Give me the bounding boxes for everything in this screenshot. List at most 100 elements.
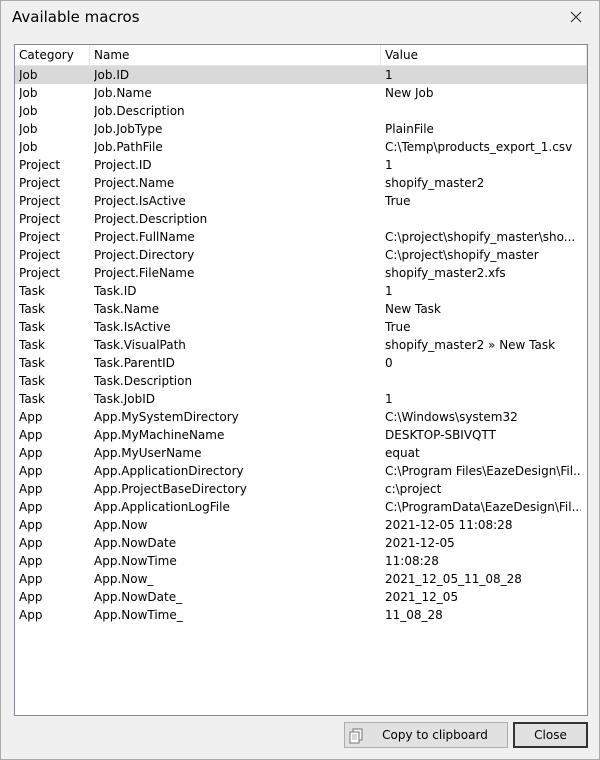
cell-value: 1 (385, 392, 393, 406)
cell-value: 1 (385, 284, 393, 298)
table-row[interactable]: Job Job.Description (15, 102, 587, 120)
list-header: Category Name Value (15, 45, 587, 66)
cell-category: Task (19, 284, 45, 298)
column-header-category[interactable]: Category (15, 45, 90, 65)
cell-name: Project.FullName (94, 230, 195, 244)
copy-icon (349, 728, 363, 744)
cell-name: App.NowDate (94, 536, 177, 550)
cell-value: New Job (385, 86, 434, 100)
table-row[interactable]: Project Project.ID 1 (15, 156, 587, 174)
cell-category: Job (19, 140, 38, 154)
copy-to-clipboard-button[interactable]: Copy to clipboard (344, 722, 508, 748)
list-rows: Job Job.ID 1 Job Job.Name New Job Job Job.Descr… (15, 66, 587, 624)
cell-value: 1 (385, 68, 393, 82)
cell-category: App (19, 410, 43, 424)
cell-category: Task (19, 374, 45, 388)
cell-value: shopify_master2.xfs (385, 266, 506, 280)
table-row[interactable]: Project Project.IsActive True (15, 192, 587, 210)
cell-category: Project (19, 248, 61, 262)
cell-value: 2021-12-05 11:08:28 (385, 518, 513, 532)
table-row[interactable]: App App.NowDate 2021-12-05 (15, 534, 587, 552)
cell-name: App.MyMachineName (94, 428, 225, 442)
cell-name: App.MySystemDirectory (94, 410, 239, 424)
table-row[interactable]: App App.MySystemDirectory C:\Windows\syste… (15, 408, 587, 426)
cell-category: Task (19, 338, 45, 352)
cell-value: C:\project\shopify_master\sho... (385, 230, 576, 244)
cell-value: c:\project (385, 482, 442, 496)
close-button[interactable]: Close (513, 722, 588, 748)
cell-value: 2021-12-05 (385, 536, 455, 550)
table-row[interactable]: Task Task.JobID 1 (15, 390, 587, 408)
cell-category: App (19, 500, 43, 514)
cell-value: 1 (385, 158, 393, 172)
cell-value (385, 102, 581, 120)
cell-value: 2021_12_05 (385, 590, 459, 604)
cell-category: Job (19, 86, 38, 100)
cell-value: 2021_12_05_11_08_28 (385, 572, 522, 586)
cell-category: App (19, 446, 43, 460)
table-row[interactable]: Project Project.Name shopify_master2 (15, 174, 587, 192)
cell-value: 11:08:28 (385, 554, 439, 568)
table-row[interactable]: Project Project.FullName C:\project\shopif… (15, 228, 587, 246)
cell-category: Task (19, 356, 45, 370)
table-row[interactable]: Job Job.ID 1 (15, 66, 587, 84)
cell-category: Job (19, 122, 38, 136)
table-row[interactable]: Task Task.Description (15, 372, 587, 390)
cell-name: App.NowTime (94, 554, 177, 568)
cell-value: 0 (385, 356, 393, 370)
table-row[interactable]: Job Job.PathFile C:\Temp\products_export_1… (15, 138, 587, 156)
cell-name: App.Now (94, 518, 148, 532)
table-row[interactable]: App App.NowDate_ 2021_12_05 (15, 588, 587, 606)
table-row[interactable]: App App.NowTime 11:08:28 (15, 552, 587, 570)
cell-name: App.ApplicationDirectory (94, 464, 244, 478)
table-row[interactable]: Task Task.Name New Task (15, 300, 587, 318)
cell-name: App.Now_ (94, 572, 154, 586)
close-icon (570, 11, 582, 23)
table-row[interactable]: App App.NowTime_ 11_08_28 (15, 606, 587, 624)
cell-value: shopify_master2 » New Task (385, 338, 556, 352)
cell-category: Project (19, 212, 61, 226)
cell-category: App (19, 428, 43, 442)
cell-value: True (385, 194, 411, 208)
cell-name: Job.Name (94, 86, 152, 100)
column-header-name[interactable]: Name (90, 45, 381, 65)
cell-category: Project (19, 230, 61, 244)
cell-name: Job.PathFile (94, 140, 163, 154)
cell-name: App.ProjectBaseDirectory (94, 482, 247, 496)
table-row[interactable]: App App.ApplicationLogFile C:\ProgramData\… (15, 498, 587, 516)
cell-value (385, 210, 581, 228)
cell-category: App (19, 536, 43, 550)
table-row[interactable]: App App.MyUserName equat (15, 444, 587, 462)
close-window-button[interactable] (563, 5, 589, 29)
table-row[interactable]: Task Task.VisualPath shopify_master2 » New… (15, 336, 587, 354)
cell-category: Project (19, 158, 61, 172)
table-row[interactable]: Project Project.FileName shopify_master2.x… (15, 264, 587, 282)
table-row[interactable]: Task Task.ID 1 (15, 282, 587, 300)
cell-value: 11_08_28 (385, 608, 443, 622)
cell-name: Task.IsActive (94, 320, 171, 334)
table-row[interactable]: App App.Now_ 2021_12_05_11_08_28 (15, 570, 587, 588)
table-row[interactable]: Task Task.ParentID 0 (15, 354, 587, 372)
cell-name: App.NowDate_ (94, 590, 183, 604)
cell-name: Project.FileName (94, 266, 195, 280)
cell-value: C:\Program Files\EazeDesign\Fil... (385, 464, 581, 478)
table-row[interactable]: Project Project.Directory C:\project\shopi… (15, 246, 587, 264)
table-row[interactable]: App App.ApplicationDirectory C:\Program Fi… (15, 462, 587, 480)
column-header-value[interactable]: Value (381, 45, 587, 65)
table-row[interactable]: Project Project.Description (15, 210, 587, 228)
cell-name: Task.Description (94, 374, 193, 388)
cell-name: Project.Directory (94, 248, 195, 262)
table-row[interactable]: Job Job.JobType PlainFile (15, 120, 587, 138)
cell-category: Project (19, 176, 61, 190)
table-row[interactable]: Job Job.Name New Job (15, 84, 587, 102)
cell-name: App.NowTime_ (94, 608, 183, 622)
table-row[interactable]: Task Task.IsActive True (15, 318, 587, 336)
table-row[interactable]: App App.MyMachineName DESKTOP-SBIVQTT (15, 426, 587, 444)
cell-name: Task.ParentID (94, 356, 175, 370)
table-row[interactable]: App App.Now 2021-12-05 11:08:28 (15, 516, 587, 534)
cell-category: Project (19, 266, 61, 280)
table-row[interactable]: App App.ProjectBaseDirectory c:\project (15, 480, 587, 498)
cell-name: Task.JobID (94, 392, 155, 406)
macros-list[interactable]: Category Name Value Job Job.ID 1 Job Job.Nam… (14, 44, 588, 716)
close-button-label: Close (534, 728, 567, 742)
